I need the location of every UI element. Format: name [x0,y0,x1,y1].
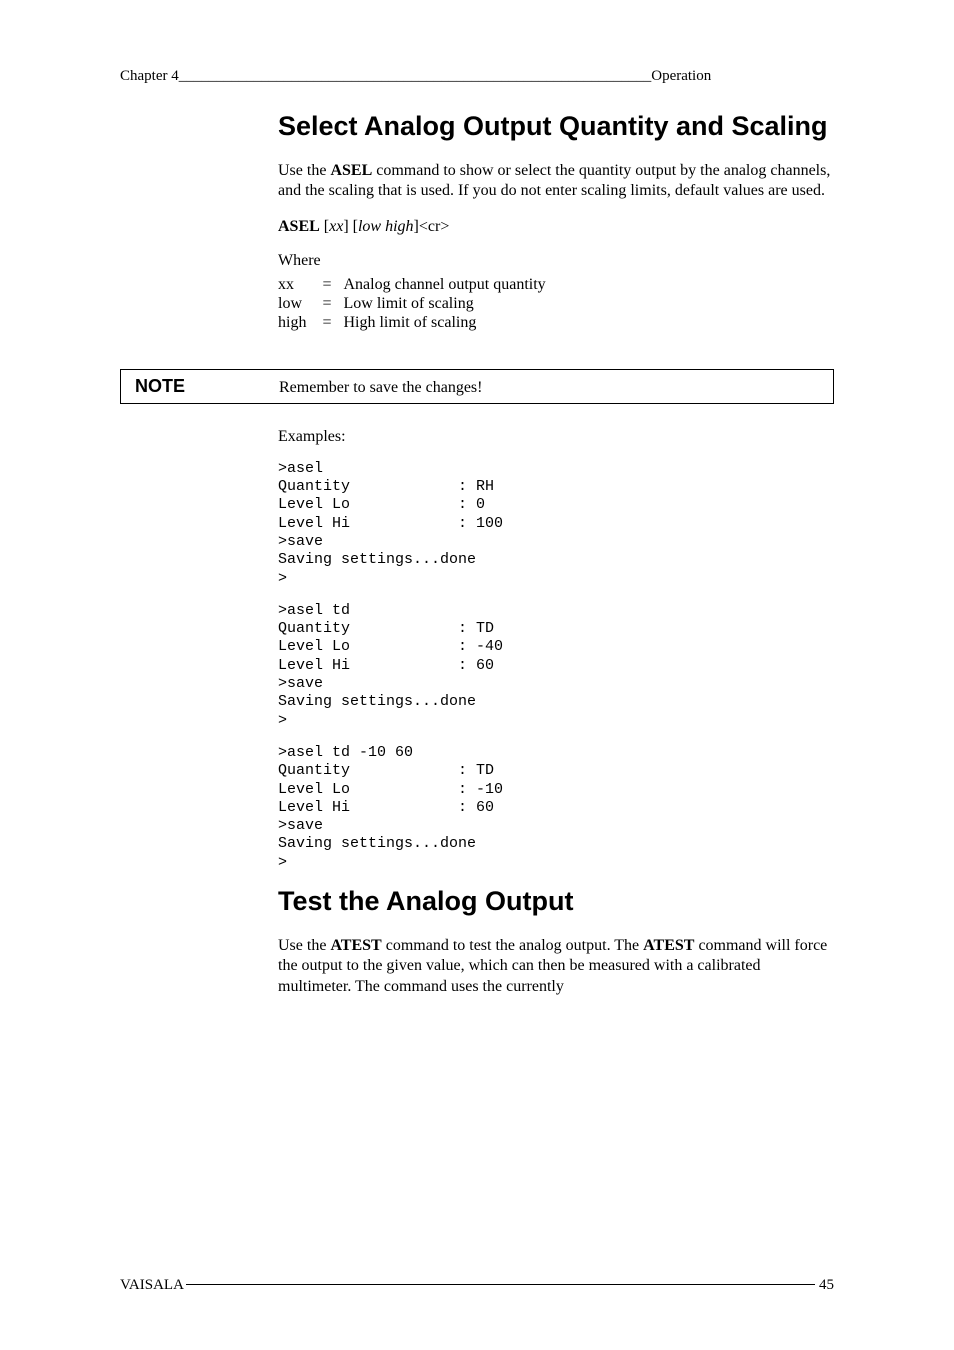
equals-sign: = [310,276,343,295]
where-row: high = High limit of scaling [278,314,550,333]
where-label: Where [278,252,834,270]
main-content: Select Analog Output Quantity and Scalin… [120,111,834,333]
atest-intro: Use the ATEST command to test the analog… [278,936,834,997]
page-header: Chapter 4 ______________________________… [120,68,834,85]
note-box: NOTE Remember to save the changes! [120,369,834,404]
examples-label: Examples: [278,428,834,446]
page-footer: VAISALA 45 [120,1277,834,1294]
terminal-example-2: >asel td Quantity : TD Level Lo : -40 Le… [278,602,834,730]
footer-brand: VAISALA [120,1277,184,1294]
where-desc: Analog channel output quantity [343,276,549,295]
where-symbol: xx [278,276,310,295]
where-row: xx = Analog channel output quantity [278,276,550,295]
where-table: xx = Analog channel output quantity low … [278,276,550,333]
equals-sign: = [310,314,343,333]
header-section: Operation [651,68,711,85]
where-desc: High limit of scaling [343,314,549,333]
section-title-atest: Test the Analog Output [278,886,834,918]
where-row: low = Low limit of scaling [278,295,550,314]
examples-content: Examples: >asel Quantity : RH Level Lo :… [120,428,834,998]
where-desc: Low limit of scaling [343,295,549,314]
footer-separator [186,1284,815,1285]
note-text: Remember to save the changes! [279,379,482,397]
asel-syntax: ASEL [xx] [low high]<cr> [278,218,834,236]
section-title-asel: Select Analog Output Quantity and Scalin… [278,111,834,143]
terminal-example-1: >asel Quantity : RH Level Lo : 0 Level H… [278,460,834,588]
footer-page-number: 45 [819,1277,834,1294]
equals-sign: = [310,295,343,314]
note-label: NOTE [135,376,279,397]
terminal-example-3: >asel td -10 60 Quantity : TD Level Lo :… [278,744,834,872]
header-chapter: Chapter 4 [120,68,179,85]
header-separator: ________________________________________… [179,68,652,85]
asel-intro: Use the ASEL command to show or select t… [278,161,834,202]
where-symbol: high [278,314,310,333]
where-symbol: low [278,295,310,314]
